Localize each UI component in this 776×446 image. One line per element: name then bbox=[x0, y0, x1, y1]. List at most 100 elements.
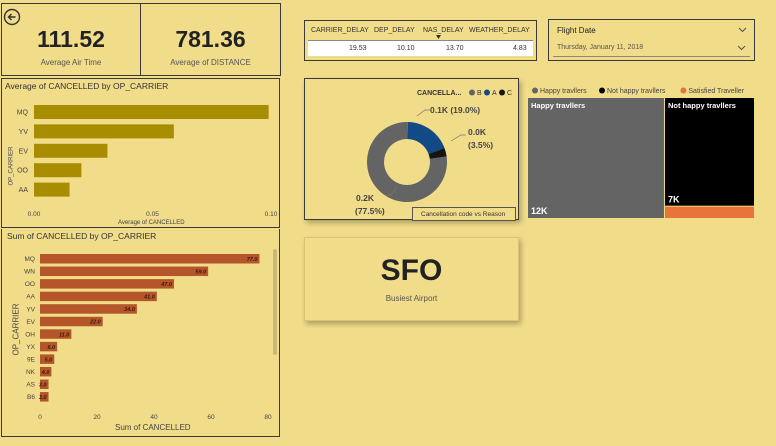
kpi-label: Average of DISTANCE bbox=[170, 58, 251, 67]
table-row bbox=[308, 41, 533, 56]
avg-cancelled-chart: Average of CANCELLED by OP_CARRIER MQ YV E… bbox=[1, 78, 280, 228]
data-label: 11.0 bbox=[59, 332, 69, 338]
leader-line bbox=[450, 134, 466, 142]
tile-value: 7K bbox=[668, 195, 680, 205]
data-label: 0.0K bbox=[468, 127, 487, 137]
table-header-dep-delay[interactable]: DEP_DELAY bbox=[374, 27, 415, 34]
data-label: 0.2K bbox=[356, 193, 375, 203]
data-label: 22.0 bbox=[89, 320, 101, 326]
avg-cancelled-plot: MQ YV EV OO AA 0.00 0.05 0.10 bbox=[17, 105, 278, 218]
category-label: B6 bbox=[27, 394, 35, 401]
data-label: 59.0 bbox=[195, 270, 206, 276]
legend-label: Satisfied Traveller bbox=[688, 88, 744, 95]
tick-label: 0.05 bbox=[146, 211, 159, 218]
x-axis-label: Sum of CANCELLED bbox=[115, 423, 191, 432]
data-label: 3.0 bbox=[39, 395, 47, 401]
scrollbar[interactable] bbox=[273, 249, 277, 355]
data-label: 77.0 bbox=[247, 257, 258, 263]
data-label: (77.5%) bbox=[355, 206, 385, 216]
tick-label: 60 bbox=[207, 414, 215, 421]
table-header-nas-delay[interactable]: NAS_DELAY bbox=[423, 27, 464, 34]
donut-slice bbox=[407, 122, 445, 154]
data-label: 6.0 bbox=[47, 345, 55, 351]
data-label: 5.0 bbox=[45, 357, 53, 363]
date-dropdown[interactable]: Thursday, January 11, 2018 bbox=[553, 38, 750, 57]
category-label: EV bbox=[19, 148, 29, 155]
kpi-value: 781.36 bbox=[175, 26, 246, 52]
legend-marker bbox=[499, 89, 505, 96]
airport-value: SFO bbox=[380, 254, 443, 287]
slicer-value: Thursday, January 11, 2018 bbox=[557, 44, 644, 51]
bar bbox=[34, 124, 174, 139]
tick-label: 80 bbox=[264, 414, 272, 421]
bar bbox=[40, 266, 209, 277]
kpi-card-distance: 781.36 Average of DISTANCE bbox=[140, 3, 281, 76]
category-label: YV bbox=[19, 129, 29, 136]
travellers-treemap: Happy travllers Not happy travllers Satisf… bbox=[524, 82, 763, 222]
y-axis-label: OP_CARRIER bbox=[11, 303, 21, 356]
table-header-weather-delay[interactable]: WEATHER_DELAY bbox=[469, 27, 530, 34]
data-label: 0.1K (19.0%) bbox=[430, 105, 480, 115]
category-label: OH bbox=[25, 331, 35, 338]
legend-label: Not happy travllers bbox=[607, 88, 666, 95]
tick-label: 0.00 bbox=[28, 211, 41, 218]
bar bbox=[34, 105, 269, 119]
airport-label: Busiest Airport bbox=[385, 294, 438, 303]
category-label: OO bbox=[25, 281, 35, 288]
legend-marker bbox=[532, 87, 538, 94]
cancellation-donut-chart: CANCELLA... B A C 0.1K (19.0%) 0.0K (3.5%) 0.2K… bbox=[304, 78, 519, 221]
treemap-tile bbox=[664, 98, 754, 206]
kpi-value: 111.52 bbox=[37, 26, 105, 52]
legend-marker bbox=[469, 89, 475, 96]
flight-date-slicer[interactable]: Flight Date Thursday, January 11, 2018 bbox=[548, 19, 755, 61]
bar bbox=[40, 279, 174, 289]
category-label: NK bbox=[26, 369, 36, 376]
bar bbox=[40, 291, 157, 302]
bar bbox=[40, 254, 260, 264]
legend-label: C bbox=[507, 90, 512, 97]
legend-label: B bbox=[477, 90, 482, 97]
category-label: 9E bbox=[27, 356, 36, 363]
data-label: 34.0 bbox=[124, 307, 135, 313]
tooltip-text: Cancellation code vs Reason bbox=[421, 211, 506, 218]
legend-marker bbox=[599, 87, 605, 94]
category-label: EV bbox=[26, 319, 35, 326]
table-header-carrier-delay[interactable]: CARRIER_DELAY bbox=[311, 27, 369, 34]
sum-cancelled-plot: MQ 77.0 WN 59.0 OO 47.0 AA 41.0 YV 34.0 EV 22.0 OH 11… bbox=[24, 254, 272, 421]
kpi-label: Average Air Time bbox=[40, 58, 102, 67]
data-label: 41.0 bbox=[143, 295, 155, 301]
category-label: AA bbox=[26, 294, 35, 301]
donut-tooltip: Cancellation code vs Reason bbox=[412, 207, 516, 221]
data-label: (3.5%) bbox=[468, 140, 493, 150]
legend-marker bbox=[680, 87, 687, 94]
category-label: MQ bbox=[17, 110, 29, 117]
x-axis-label: Average of CANCELLED bbox=[118, 220, 185, 226]
tile-value: 12K bbox=[531, 206, 548, 216]
legend-label: Happy travllers bbox=[540, 88, 587, 95]
table-cell-nas-delay: 13.70 bbox=[446, 45, 464, 52]
data-label: 47.0 bbox=[160, 282, 172, 288]
category-label: MQ bbox=[25, 256, 35, 263]
treemap-tile bbox=[528, 98, 664, 218]
legend-marker bbox=[484, 89, 490, 96]
delay-table: CARRIER_DELAY DEP_DELAY NAS_DELAY WEATHE… bbox=[304, 20, 537, 61]
tile-title: Happy travllers bbox=[531, 101, 585, 110]
tick-label: 20 bbox=[93, 414, 101, 421]
chevron-down-icon[interactable] bbox=[738, 27, 747, 33]
sum-cancelled-chart: Sum of CANCELLED by OP_CARRIER MQ 77.0 WN 5… bbox=[1, 229, 280, 437]
tick-label: 40 bbox=[150, 414, 158, 421]
category-label: YV bbox=[26, 306, 35, 313]
sort-descending-icon bbox=[436, 35, 441, 39]
category-label: OO bbox=[17, 168, 28, 175]
treemap-tile bbox=[664, 206, 754, 218]
y-axis-label: OP_CARRIER bbox=[8, 146, 15, 186]
chevron-down-icon bbox=[737, 45, 746, 51]
category-label: WN bbox=[24, 269, 35, 276]
tick-label: 0.10 bbox=[265, 211, 278, 218]
bar bbox=[40, 304, 137, 314]
legend-title: CANCELLA... bbox=[417, 90, 461, 97]
treemap-plot: Happy travllers Not happy travllers Satisf… bbox=[528, 87, 754, 218]
table-cell-dep-delay: 10.10 bbox=[397, 45, 415, 52]
table-cell-carrier-delay: 19.53 bbox=[349, 45, 367, 52]
donut-plot: CANCELLA... B A C 0.1K (19.0%) 0.0K (3.5%) 0.2K… bbox=[355, 89, 512, 216]
